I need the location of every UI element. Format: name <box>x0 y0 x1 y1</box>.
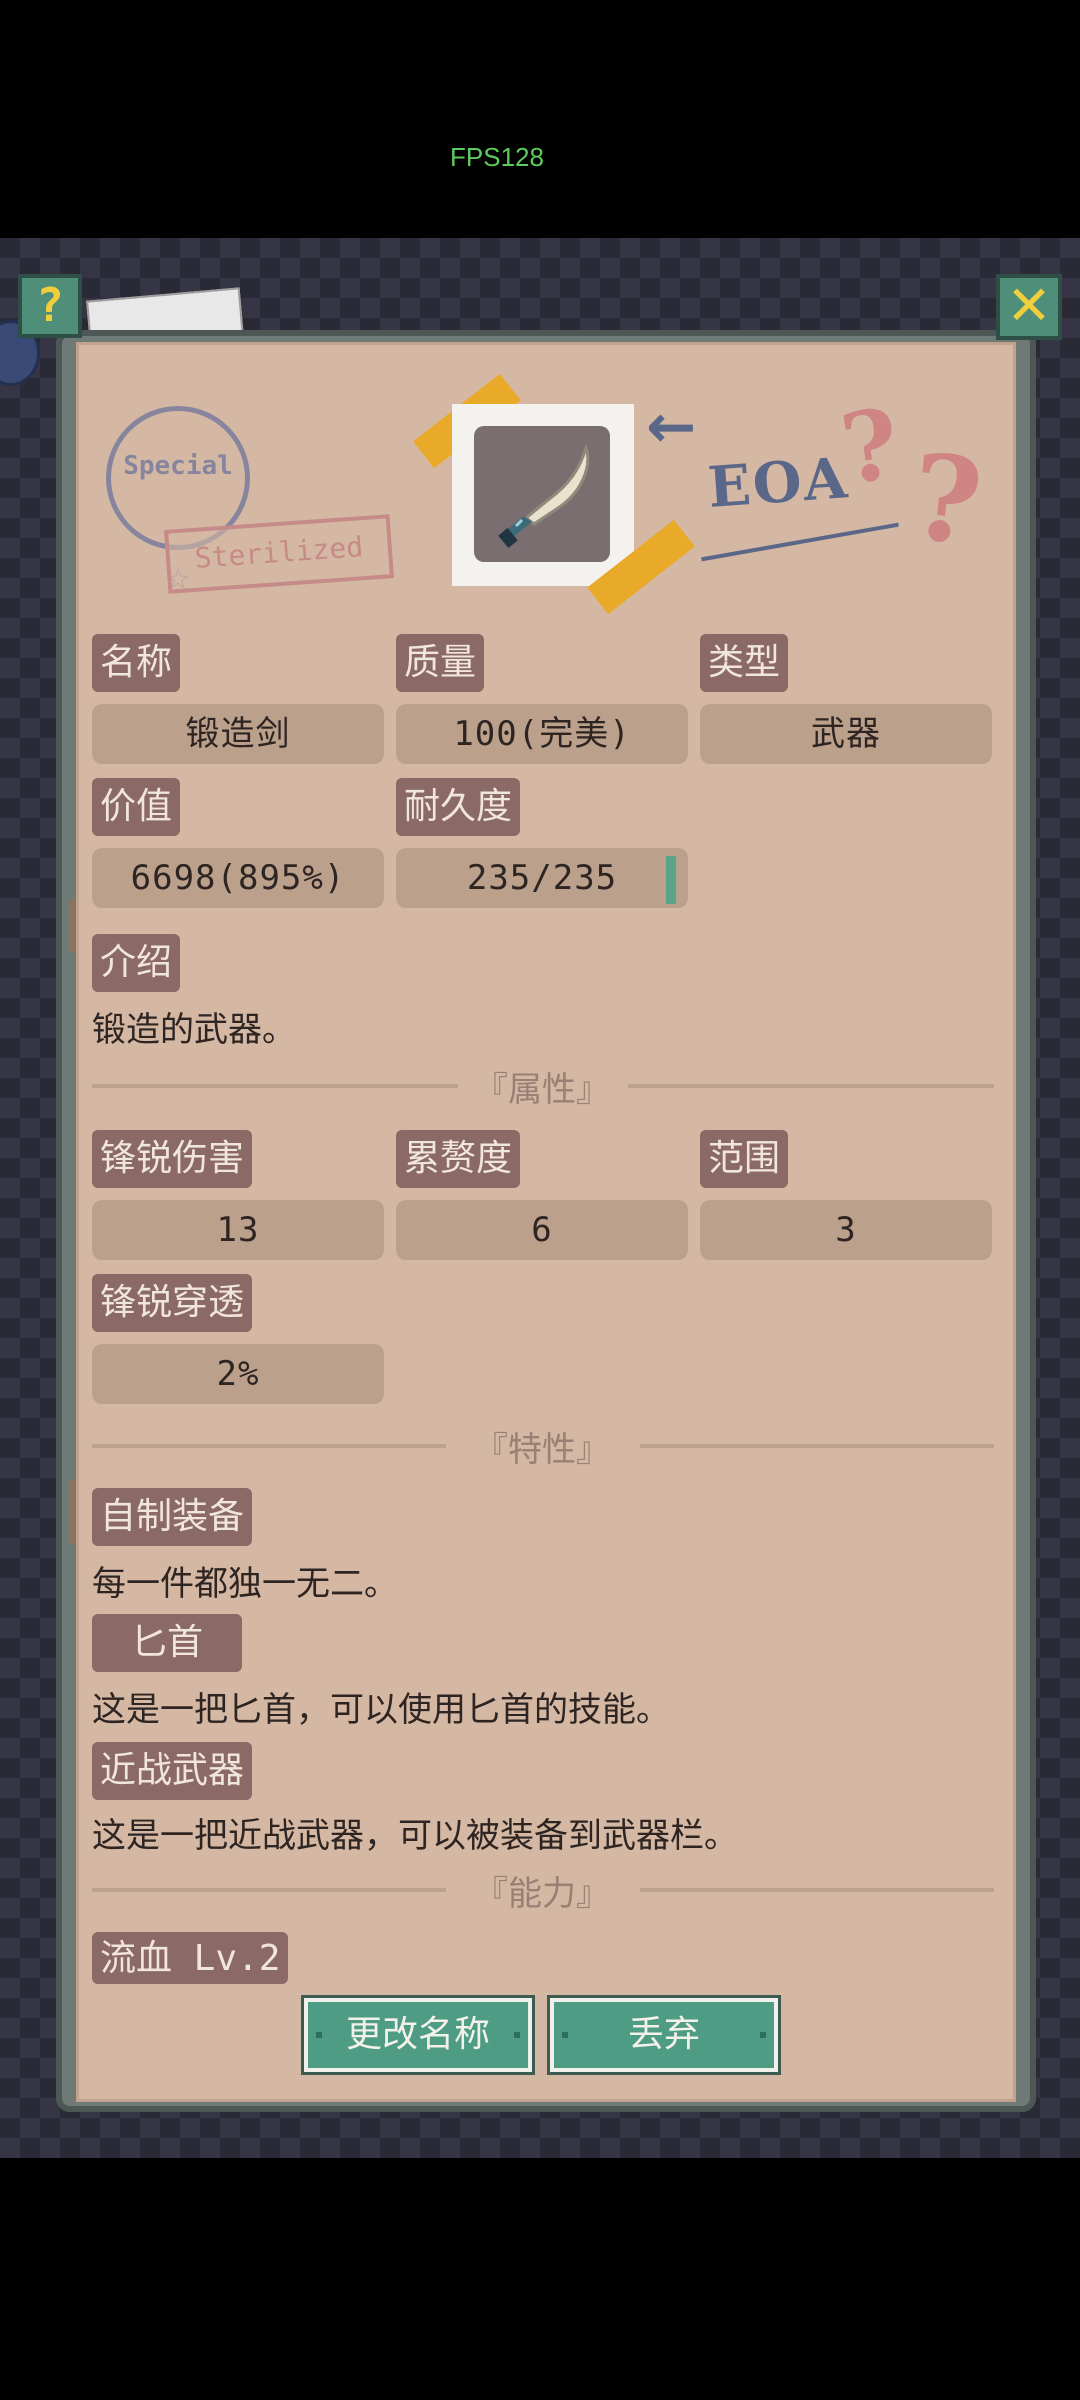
range-value: 3 <box>700 1200 992 1260</box>
range-label: 范围 <box>700 1130 789 1188</box>
eoa-doodle: EOA <box>705 445 852 521</box>
durability-value: 235/235 <box>396 848 688 908</box>
traits-section-title: 『特性』 <box>474 1430 610 1470</box>
sharp-pierce-value: 2% <box>92 1344 384 1404</box>
intro-label: 介绍 <box>92 934 181 992</box>
trait-label: 匕首 <box>92 1614 242 1672</box>
type-label: 类型 <box>700 634 789 692</box>
trait-label: 近战武器 <box>92 1742 253 1800</box>
rename-button[interactable]: 更改名称 <box>301 1995 535 2075</box>
arrow-doodle: ← <box>646 392 697 462</box>
dagger-icon <box>498 443 590 548</box>
price-value: 6698(895%) <box>92 848 384 908</box>
bottom-area <box>0 2158 1080 2400</box>
discard-button[interactable]: 丢弃 <box>547 1995 781 2075</box>
attributes-section-title: 『属性』 <box>474 1070 610 1110</box>
trait-description: 这是一把匕首，可以使用匕首的技能。 <box>92 1690 670 1730</box>
stamp-text: Special <box>123 451 233 481</box>
section-divider <box>640 1888 994 1892</box>
burden-label: 累赘度 <box>396 1130 521 1188</box>
burden-value: 6 <box>396 1200 688 1260</box>
trait-label: 自制装备 <box>92 1488 253 1546</box>
sharp-pierce-label: 锋锐穿透 <box>92 1274 253 1332</box>
help-button[interactable]: ? <box>18 274 82 338</box>
name-label: 名称 <box>92 634 181 692</box>
quality-value: 100(完美) <box>396 704 688 764</box>
type-value: 武器 <box>700 704 992 764</box>
section-divider <box>92 1084 458 1088</box>
close-button[interactable]: ✕ <box>996 274 1062 340</box>
section-divider <box>640 1444 994 1448</box>
trait-description: 这是一把近战武器，可以被装备到武器栏。 <box>92 1816 738 1856</box>
fps-counter: FPS128 <box>450 142 544 172</box>
question-mark-doodle: ? <box>904 426 989 573</box>
sharp-damage-label: 锋锐伤害 <box>92 1130 253 1188</box>
rail-decoration <box>70 900 76 952</box>
quality-label: 质量 <box>396 634 485 692</box>
section-divider <box>92 1444 446 1448</box>
item-photo <box>452 404 634 586</box>
abilities-section-title: 『能力』 <box>474 1874 610 1914</box>
intro-text: 锻造的武器。 <box>92 1010 296 1050</box>
ability-label: 流血 Lv.2 <box>92 1932 289 1984</box>
rail-decoration <box>70 1480 76 1544</box>
durability-bar <box>666 856 676 904</box>
price-label: 价值 <box>92 778 181 836</box>
section-divider <box>628 1084 994 1088</box>
sharp-damage-value: 13 <box>92 1200 384 1260</box>
section-divider <box>92 1888 446 1892</box>
item-picture-frame <box>474 426 610 562</box>
name-value: 锻造剑 <box>92 704 384 764</box>
trait-description: 每一件都独一无二。 <box>92 1564 398 1604</box>
durability-label: 耐久度 <box>396 778 521 836</box>
